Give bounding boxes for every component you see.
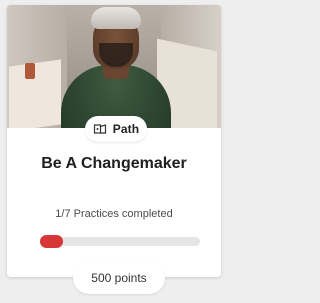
- progress-bar: [40, 235, 200, 248]
- photo-lamp: [25, 63, 35, 79]
- path-badge: Path: [85, 116, 147, 142]
- card-title: Be A Changemaker: [41, 155, 187, 172]
- photo-board-left: [9, 59, 61, 128]
- progress-bar-fill: [40, 235, 63, 248]
- path-card[interactable]: Path Be A Changemaker 1/7 Practices comp…: [7, 5, 221, 294]
- photo-person-hair: [91, 7, 141, 29]
- progress-text: 1/7 Practices completed: [55, 208, 173, 220]
- points-badge: 500 points: [73, 262, 165, 294]
- path-puzzle-icon: [93, 122, 107, 136]
- path-badge-label: Path: [112, 122, 140, 136]
- points-label: 500 points: [91, 271, 147, 285]
- card-photo: [7, 5, 221, 128]
